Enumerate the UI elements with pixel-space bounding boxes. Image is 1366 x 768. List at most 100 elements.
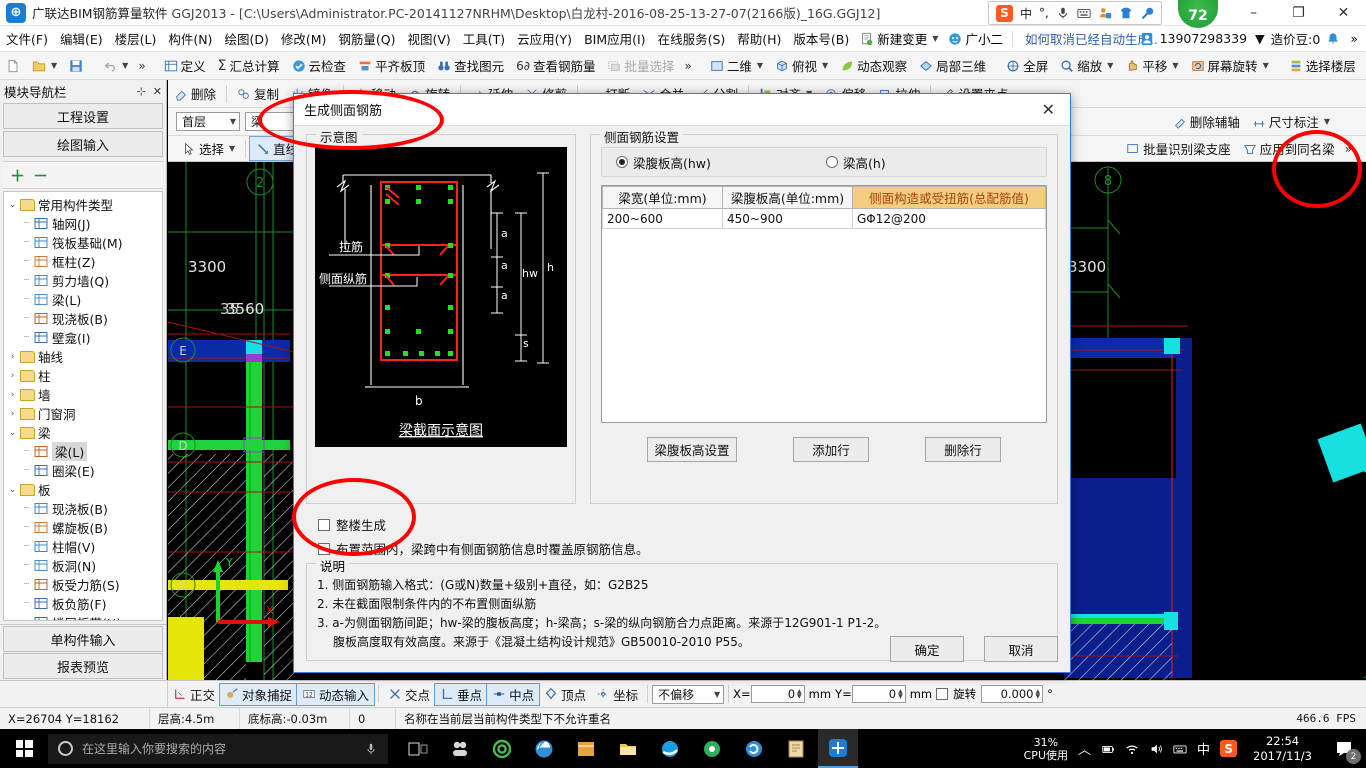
copy-button[interactable]: 复制 — [231, 82, 285, 105]
keyboard-icon[interactable] — [1077, 6, 1091, 20]
y-input[interactable]: 0 ▲ ▼ — [851, 685, 906, 703]
empty-cell[interactable] — [722, 308, 853, 329]
empty-cell[interactable] — [852, 288, 1046, 309]
vertex-snap-toggle[interactable]: 顶点 — [539, 684, 591, 705]
toolbar-overflow-left-icon[interactable]: » — [134, 59, 149, 73]
menubar-overflow-icon[interactable]: » — [1346, 31, 1362, 46]
taskbar-app-notepad[interactable] — [776, 729, 816, 768]
menu-online[interactable]: 在线服务(S) — [652, 26, 732, 51]
table-empty-row[interactable] — [602, 328, 1046, 349]
radio-beam-height[interactable]: 梁高(h) — [826, 153, 886, 172]
table-empty-row[interactable] — [602, 228, 1046, 249]
chevron-right-icon[interactable]: › — [6, 371, 19, 381]
chevron-down-icon[interactable]: ⌄ — [6, 200, 19, 210]
select-tool-button[interactable]: 选择 ▼ — [176, 137, 241, 160]
tree-item-1[interactable]: ┄ 轴网(J) — [4, 214, 162, 233]
empty-cell[interactable] — [852, 268, 1046, 289]
web-height-settings-button[interactable]: 梁腹板高设置 — [647, 437, 737, 462]
open-chevron-icon[interactable]: ▼ — [51, 61, 57, 70]
empty-cell[interactable] — [852, 388, 1046, 409]
table-empty-row[interactable] — [602, 348, 1046, 369]
side-rebar-value-cell[interactable]: GΦ12@200 — [852, 208, 1046, 229]
checkbox-override-existing[interactable]: 布置范围内，梁跨中有侧面钢筋信息时覆盖原钢筋信息。 — [318, 539, 1046, 558]
account-phone[interactable]: 13907298339 — [1160, 31, 1247, 46]
empty-cell[interactable] — [852, 228, 1046, 249]
chevron-down-icon[interactable]: ⌄ — [6, 485, 19, 495]
tree-item-16[interactable]: ┄ 现浇板(B) — [4, 499, 162, 518]
define-button[interactable]: 定义 — [158, 54, 212, 77]
empty-cell[interactable] — [602, 268, 723, 289]
ok-button[interactable]: 确定 — [890, 636, 964, 662]
member-type-tree[interactable]: ⌄ 常用构件类型 ┄ 轴网(J) ┄ 筏板基础(M) ┄ 框柱(Z) ┄ 剪力墙(Q) ┄ 梁(L) ┄… — [3, 191, 163, 621]
battery-icon[interactable] — [1101, 742, 1115, 756]
tree-item-10[interactable]: › 墙 — [4, 385, 162, 404]
screen-rotate-chevron-icon[interactable]: ▼ — [1263, 61, 1269, 70]
empty-cell[interactable] — [852, 348, 1046, 369]
empty-cell[interactable] — [602, 368, 723, 389]
account-icon[interactable] — [1140, 32, 1154, 46]
taskview-button[interactable] — [398, 729, 438, 768]
open-file-button[interactable]: ▼ — [26, 57, 63, 75]
dynamic-observe-button[interactable]: 动态观察 — [834, 54, 913, 77]
taskbar-microphone-icon[interactable] — [364, 742, 378, 756]
floor-select[interactable]: 首层 ▼ — [176, 112, 240, 131]
menu-draw[interactable]: 绘图(D) — [218, 26, 274, 51]
notification-center-button[interactable]: 2 — [1328, 729, 1362, 768]
taskbar-clock[interactable]: 22:54 2017/11/3 — [1247, 734, 1318, 764]
col-beam-width[interactable]: 梁宽(单位:mm) — [602, 186, 723, 209]
batch-select-button[interactable]: 批量选择 — [601, 54, 680, 77]
taskbar-app-circle-green[interactable] — [692, 729, 732, 768]
tree-item-15[interactable]: ⌄ 板 — [4, 480, 162, 499]
tree-item-22[interactable]: ┄ 楼层板带(H) — [4, 613, 162, 620]
table-empty-row[interactable] — [602, 268, 1046, 289]
menu-tools[interactable]: 工具(T) — [457, 26, 511, 51]
top-view-button[interactable]: 俯视 ▼ — [769, 54, 834, 77]
empty-cell[interactable] — [722, 348, 853, 369]
dimension-button[interactable]: 尺寸标注 ▼ — [1246, 110, 1336, 133]
tree-item-13[interactable]: ┄ 梁(L) — [4, 442, 162, 461]
empty-cell[interactable] — [722, 388, 853, 409]
offset-mode-select[interactable]: 不偏移 ▼ — [652, 684, 725, 704]
menu-version[interactable]: 版本号(B) — [787, 26, 855, 51]
report-preview-button[interactable]: 报表预览 — [3, 653, 163, 679]
tree-item-2[interactable]: ┄ 筏板基础(M) — [4, 233, 162, 252]
beam-width-cell[interactable]: 200~600 — [602, 208, 723, 229]
rotate-spinner-icon[interactable]: ▲ ▼ — [1036, 689, 1041, 700]
draw-toolbar-overflow-icon[interactable]: » — [1341, 142, 1366, 156]
table-empty-row[interactable] — [602, 248, 1046, 269]
chevron-down-icon[interactable]: ⌄ — [6, 428, 19, 438]
project-settings-button[interactable]: 工程设置 — [3, 103, 163, 129]
chevron-right-icon[interactable]: › — [6, 352, 19, 362]
table-row[interactable]: 200~600 450~900 GΦ12@200 — [602, 208, 1046, 229]
view-2d-button[interactable]: 二维 ▼ — [704, 54, 769, 77]
checkbox-whole-floor[interactable]: 整楼生成 — [318, 515, 1046, 534]
save-file-button[interactable] — [63, 57, 89, 75]
empty-cell[interactable] — [602, 328, 723, 349]
dimension-chevron-icon[interactable]: ▼ — [1324, 117, 1330, 126]
tree-item-4[interactable]: ┄ 剪力墙(Q) — [4, 271, 162, 290]
zoom-button[interactable]: 缩放 ▼ — [1054, 54, 1119, 77]
tree-item-6[interactable]: ┄ 现浇板(B) — [4, 309, 162, 328]
intersection-snap-toggle[interactable]: 交点 — [383, 684, 435, 705]
empty-cell[interactable] — [852, 328, 1046, 349]
taskbar-sogou-icon[interactable]: S — [1220, 740, 1238, 757]
select-floor-button[interactable]: 选择楼层 — [1283, 54, 1362, 77]
maximize-button[interactable]: ❐ — [1276, 0, 1321, 26]
rotate-checkbox[interactable] — [936, 688, 949, 700]
screen-rotate-button[interactable]: 屏幕旋转 ▼ — [1185, 54, 1275, 77]
single-member-input-button[interactable]: 单构件输入 — [3, 626, 163, 652]
rebar-table-wrapper[interactable]: 梁宽(单位:mm) 梁腹板高(单位:mm) 侧面构造或受扭筋(总配筋值) 200… — [601, 185, 1047, 423]
coordinate-snap-toggle[interactable]: 坐标 — [591, 684, 643, 705]
delete-button[interactable]: 删除 — [168, 82, 222, 105]
tree-item-12[interactable]: ⌄ 梁 — [4, 423, 162, 442]
menu-modify[interactable]: 修改(M) — [275, 26, 333, 51]
tree-item-0[interactable]: ⌄ 常用构件类型 — [4, 195, 162, 214]
menu-edit[interactable]: 编辑(E) — [54, 26, 109, 51]
pin-icon[interactable]: ⊹ — [137, 85, 146, 98]
zoom-chevron-icon[interactable]: ▼ — [1107, 61, 1113, 70]
chevron-down-icon[interactable]: ▼ — [932, 34, 938, 43]
undo-button[interactable]: ▼ — [97, 57, 134, 75]
taskbar-app-ie[interactable] — [650, 729, 690, 768]
sogou-logo-icon[interactable]: S — [996, 4, 1013, 22]
toolbar-overflow-right-icon[interactable]: » — [1362, 59, 1366, 73]
